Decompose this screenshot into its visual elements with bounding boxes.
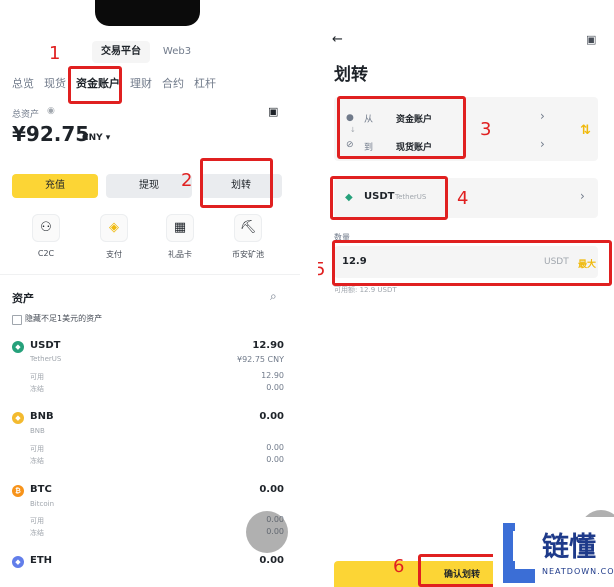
asset-symbol[interactable]: BNB bbox=[30, 411, 54, 422]
deposit-button[interactable]: 充值 bbox=[12, 174, 98, 198]
available-label: 可用 bbox=[30, 517, 44, 525]
annotation-number: 4 bbox=[457, 188, 469, 209]
annotation-box bbox=[200, 158, 273, 208]
tab-exchange[interactable]: 交易平台 bbox=[92, 41, 150, 63]
quick-action-c2c[interactable]: C2C bbox=[21, 249, 71, 258]
asset-symbol[interactable]: BTC bbox=[30, 484, 52, 495]
annotation-box bbox=[330, 176, 448, 220]
right-phone-screen: ← ▣ 划转 ● 从 资金账户 ↓ ⊘ 到 现货账户 › › ⇅ ◆ USDT … bbox=[318, 0, 614, 587]
asset-cny: ¥92.75 CNY bbox=[237, 355, 284, 364]
asset-total: 0.00 bbox=[259, 411, 284, 422]
floating-touch-button[interactable] bbox=[246, 511, 288, 553]
back-arrow-icon[interactable]: ← bbox=[332, 32, 343, 47]
total-assets-label: 总资产 bbox=[12, 110, 40, 120]
available-hint: 可用额: 12.9 USDT bbox=[334, 286, 397, 294]
asset-total: 0.00 bbox=[259, 555, 284, 566]
quick-action-pool[interactable]: 币安矿池 bbox=[223, 249, 273, 260]
pay-icon[interactable]: ◈ bbox=[100, 214, 128, 242]
history-icon[interactable]: ▣ bbox=[268, 105, 278, 118]
asset-available: 0.00 bbox=[266, 443, 284, 452]
assets-title: 资产 bbox=[12, 292, 34, 305]
tab-margin[interactable]: 杠杆 bbox=[194, 75, 216, 91]
annotation-box bbox=[337, 96, 466, 159]
brand-logo-icon bbox=[503, 523, 535, 583]
history-icon[interactable]: ▣ bbox=[586, 33, 596, 46]
annotation-box bbox=[418, 554, 498, 587]
gift-card-icon[interactable]: ▦ bbox=[166, 214, 194, 242]
annotation-number: 3 bbox=[480, 119, 492, 140]
divider bbox=[0, 274, 300, 275]
watermark-url: NEATDOWN.COM bbox=[542, 567, 614, 576]
tab-earn[interactable]: 理财 bbox=[130, 75, 152, 91]
annotation-number: 6 bbox=[393, 556, 405, 577]
asset-symbol[interactable]: ETH bbox=[30, 555, 52, 566]
asset-total: 0.00 bbox=[259, 484, 284, 495]
annotation-number: 2 bbox=[181, 170, 193, 191]
watermark-brand: 链懂 bbox=[542, 532, 596, 563]
asset-name: Bitcoin bbox=[30, 500, 55, 508]
asset-frozen: 0.00 bbox=[266, 383, 284, 392]
quick-action-gift-card[interactable]: 礼品卡 bbox=[155, 249, 205, 260]
tab-web3[interactable]: Web3 bbox=[152, 41, 202, 63]
tab-spot[interactable]: 现货 bbox=[44, 75, 66, 91]
annotation-number: 1 bbox=[49, 43, 61, 64]
frozen-label: 冻结 bbox=[30, 457, 44, 465]
frozen-label: 冻结 bbox=[30, 385, 44, 393]
hide-small-label: 隐藏不足1美元的资产 bbox=[25, 314, 103, 323]
hide-small-checkbox[interactable] bbox=[12, 315, 22, 325]
available-label: 可用 bbox=[30, 373, 44, 381]
watermark: 链懂 NEATDOWN.COM bbox=[493, 517, 614, 587]
page-title: 划转 bbox=[334, 65, 368, 85]
total-value: ¥92.75 bbox=[12, 122, 90, 146]
tab-futures[interactable]: 合约 bbox=[162, 75, 184, 91]
annotation-box bbox=[68, 66, 122, 104]
asset-name: TetherUS bbox=[30, 355, 62, 363]
bnb-icon: ◆ bbox=[12, 412, 24, 424]
tab-overview[interactable]: 总览 bbox=[12, 75, 34, 91]
asset-frozen: 0.00 bbox=[266, 455, 284, 464]
chevron-right-icon[interactable]: › bbox=[540, 137, 545, 151]
eye-icon[interactable]: ◉ bbox=[47, 106, 55, 116]
c2c-icon[interactable]: ⚇ bbox=[32, 214, 60, 242]
eth-icon: ◆ bbox=[12, 556, 24, 568]
btc-icon: ₿ bbox=[12, 485, 24, 497]
phone-notch bbox=[95, 0, 200, 26]
annotation-number: 5 bbox=[318, 259, 326, 280]
frozen-label: 冻结 bbox=[30, 529, 44, 537]
chevron-right-icon[interactable]: › bbox=[540, 109, 545, 123]
left-phone-screen: 交易平台 Web3 总览 现货 资金账户 理财 合约 杠杆 总资产 ◉ ▣ ¥9… bbox=[0, 0, 300, 587]
pickaxe-icon[interactable]: ⛏ bbox=[234, 214, 262, 242]
asset-available: 12.90 bbox=[261, 371, 284, 380]
asset-total: 12.90 bbox=[252, 340, 284, 351]
withdraw-button[interactable]: 提现 bbox=[106, 174, 192, 198]
annotation-box bbox=[332, 240, 612, 286]
swap-icon[interactable]: ⇅ bbox=[580, 123, 591, 138]
chevron-right-icon[interactable]: › bbox=[580, 189, 585, 203]
currency-selector[interactable]: CNY ▾ bbox=[82, 133, 110, 143]
usdt-icon: ◆ bbox=[12, 341, 24, 353]
asset-symbol[interactable]: USDT bbox=[30, 340, 60, 351]
asset-name: BNB bbox=[30, 427, 45, 435]
available-label: 可用 bbox=[30, 445, 44, 453]
search-icon[interactable]: ⌕ bbox=[270, 289, 277, 304]
quick-action-pay[interactable]: 支付 bbox=[89, 249, 139, 260]
